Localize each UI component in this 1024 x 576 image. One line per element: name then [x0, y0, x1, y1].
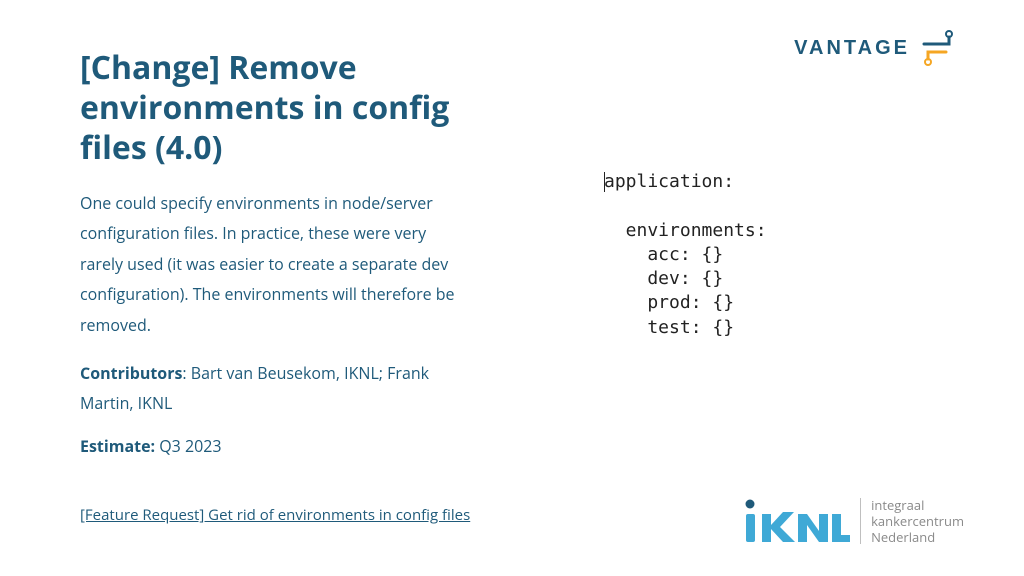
config-yaml-snippet: application: environments: acc: {} dev: …	[604, 170, 904, 340]
contributors-label: Contributors	[80, 362, 182, 384]
iknl-logo: integraal kankercentrum Nederland	[740, 496, 964, 546]
iknl-divider	[860, 498, 861, 544]
code-line-5: prod: {}	[604, 292, 734, 313]
code-line-3: acc: {}	[604, 244, 723, 265]
estimate-label: Estimate:	[80, 435, 155, 457]
slide-title: [Change] Remove environments in config f…	[80, 48, 460, 168]
code-line-1: application:	[604, 171, 734, 192]
code-line-2: environments:	[604, 220, 767, 241]
code-line-4: dev: {}	[604, 268, 723, 289]
vantage-icon	[916, 28, 956, 68]
feature-request-link[interactable]: [Feature Request] Get rid of environment…	[80, 505, 470, 525]
slide: VANTAGE [Change] Remove environments in …	[0, 0, 1024, 576]
estimate-line: Estimate: Q3 2023	[80, 431, 460, 461]
vantage-wordmark: VANTAGE	[794, 37, 910, 60]
slide-description: One could specify environments in node/s…	[80, 188, 460, 340]
iknl-tagline: integraal kankercentrum Nederland	[871, 497, 964, 546]
feature-request-link-row: [Feature Request] Get rid of environment…	[80, 505, 470, 526]
code-line-6: test: {}	[604, 317, 734, 338]
estimate-value: Q3 2023	[155, 435, 222, 457]
vantage-logo: VANTAGE	[794, 28, 956, 68]
contributors-line: Contributors: Bart van Beusekom, IKNL; F…	[80, 358, 460, 419]
iknl-tag-line3: Nederland	[871, 528, 935, 546]
iknl-icon	[740, 496, 850, 546]
